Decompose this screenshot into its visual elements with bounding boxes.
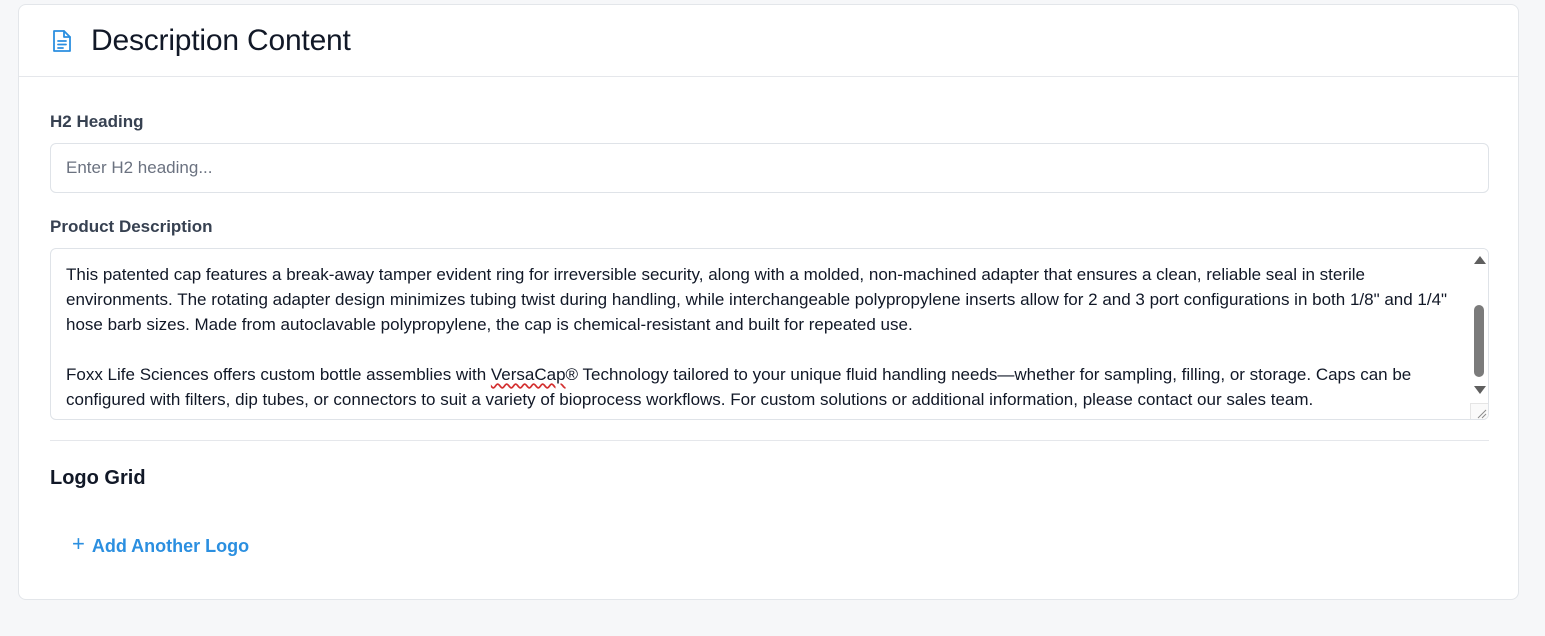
description-content-card: Description Content H2 Heading Product D… bbox=[18, 4, 1519, 600]
description-paragraph-2: Foxx Life Sciences offers custom bottle … bbox=[66, 362, 1448, 412]
card-body: H2 Heading Product Description This pate… bbox=[19, 112, 1518, 558]
card-header: Description Content bbox=[19, 5, 1518, 77]
textarea-scrollbar[interactable] bbox=[1470, 249, 1488, 419]
add-logo-label: Add Another Logo bbox=[91, 535, 250, 556]
spellcheck-word: VersaCap bbox=[490, 365, 566, 384]
product-description-textarea[interactable]: This patented cap features a break-away … bbox=[50, 248, 1489, 420]
description-paragraph-1: This patented cap features a break-away … bbox=[66, 265, 1448, 334]
page-title: Description Content bbox=[91, 23, 351, 57]
scroll-down-arrow-icon[interactable] bbox=[1474, 386, 1486, 394]
product-description-text[interactable]: This patented cap features a break-away … bbox=[51, 249, 1488, 412]
resize-handle-icon[interactable] bbox=[1470, 403, 1488, 419]
h2-heading-label: H2 Heading bbox=[50, 112, 144, 131]
logo-grid-title: Logo Grid bbox=[50, 467, 146, 489]
scroll-up-arrow-icon[interactable] bbox=[1474, 256, 1486, 264]
scrollbar-thumb[interactable] bbox=[1474, 305, 1484, 377]
paragraph-2-start: Foxx Life Sciences offers custom bottle … bbox=[66, 365, 491, 384]
product-description-label: Product Description bbox=[50, 217, 213, 236]
plus-icon: + bbox=[72, 531, 85, 556]
section-divider bbox=[50, 440, 1489, 441]
add-another-logo-button[interactable]: + Add Another Logo bbox=[72, 531, 250, 557]
document-icon bbox=[51, 29, 73, 53]
h2-heading-input[interactable] bbox=[50, 143, 1489, 193]
